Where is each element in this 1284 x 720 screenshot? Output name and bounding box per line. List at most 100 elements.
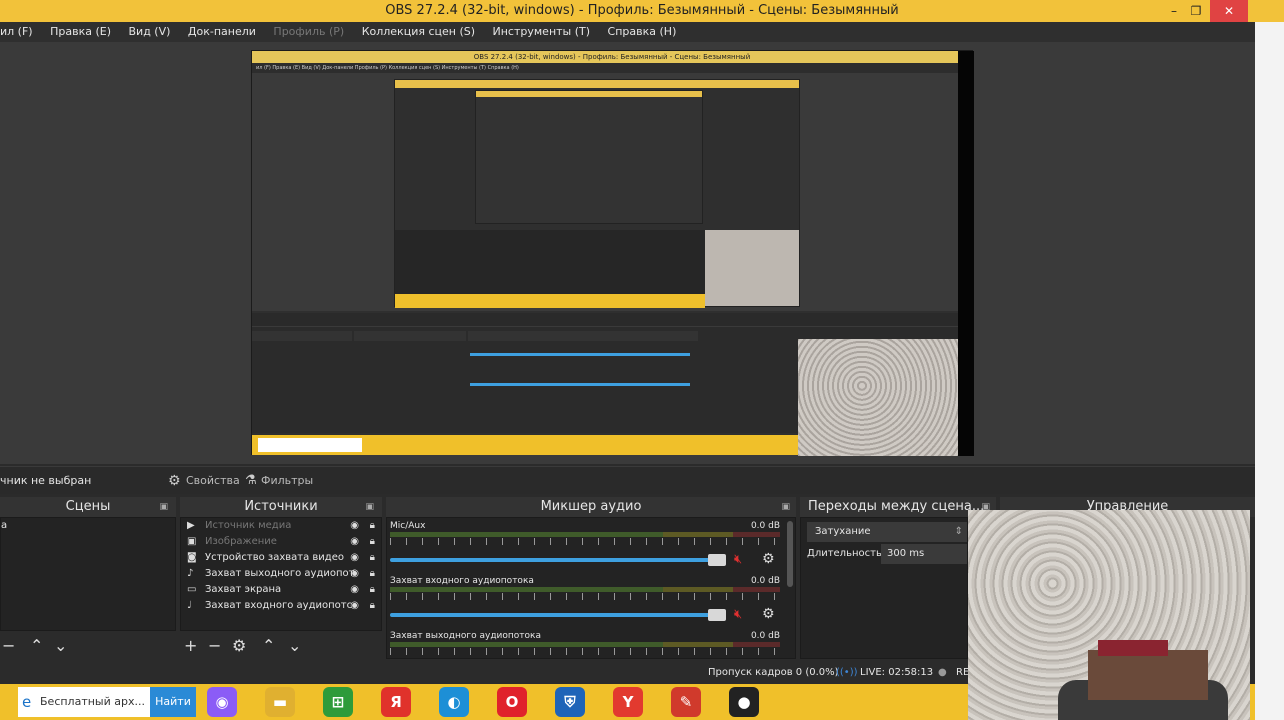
mute-icon[interactable]: 🔇︎ (734, 552, 742, 567)
filters-button[interactable]: Фильтры (261, 467, 313, 495)
image-icon: ▣ (187, 536, 197, 547)
opera-icon[interactable]: O (497, 687, 527, 717)
broadcast-icon: ((•)) (836, 667, 858, 678)
scene-item[interactable]: а (1, 518, 175, 531)
remove-source-button[interactable]: − (208, 636, 221, 655)
menu-scene-collection[interactable]: Коллекция сцен (S) (362, 25, 475, 38)
lock-icon[interactable]: 🔒︎ (370, 534, 375, 550)
mixer-scrollbar[interactable] (787, 521, 793, 587)
source-item[interactable]: ♩ Захват входного аудиопотс ◉ 🔒︎ (181, 598, 381, 614)
menu-profile[interactable]: Профиль (P) (273, 25, 344, 38)
sources-title: Источники (244, 499, 318, 514)
eye-icon[interactable]: ◉ (350, 566, 359, 582)
transition-select[interactable]: Затухание ⇕ (807, 522, 967, 542)
obs-icon[interactable]: ● (729, 687, 759, 717)
speaker-icon: ♪ (187, 568, 194, 579)
source-item[interactable]: ◙ Устройство захвата видео ◉ 🔒︎ (181, 550, 381, 566)
scene-down-button[interactable]: ⌄ (54, 636, 67, 655)
lock-icon[interactable]: 🔒︎ (370, 550, 375, 566)
menu-help[interactable]: Справка (H) (608, 25, 677, 38)
lock-icon[interactable]: 🔒︎ (370, 518, 375, 534)
scene-up-button[interactable]: ⌃ (30, 636, 43, 655)
menu-view[interactable]: Вид (V) (129, 25, 171, 38)
eye-icon[interactable]: ◉ (350, 518, 359, 534)
source-label: Устройство захвата видео (205, 552, 344, 563)
yandex-browser-icon[interactable]: Y (613, 687, 643, 717)
remove-scene-button[interactable]: − (2, 636, 15, 655)
lock-icon[interactable]: 🔒︎ (370, 582, 375, 598)
window-title: OBS 27.2.4 (32-bit, windows) - Профиль: … (385, 3, 899, 18)
dock-icon[interactable]: ▣ (781, 497, 790, 517)
menu-tools[interactable]: Инструменты (T) (493, 25, 591, 38)
scenes-list[interactable]: а (0, 517, 176, 631)
add-source-button[interactable]: + (184, 636, 197, 655)
eye-icon[interactable]: ◉ (350, 534, 359, 550)
source-label: Захват входного аудиопотс (205, 600, 353, 611)
volume-meter (390, 642, 780, 647)
ie-icon: e (22, 693, 32, 711)
source-settings-gear-icon[interactable]: ⚙ (232, 636, 246, 655)
status-bar: Пропуск кадров 0 (0.0%) ((•)) LIVE: 02:5… (700, 664, 970, 682)
lock-icon[interactable]: 🔒︎ (370, 598, 375, 614)
menu-edit[interactable]: Правка (E) (50, 25, 111, 38)
source-item[interactable]: ▶ Источник медиа ◉ 🔒︎ (181, 518, 381, 534)
monitor-icon: ▭ (187, 584, 197, 595)
menu-file[interactable]: ил (F) (0, 25, 33, 38)
properties-button[interactable]: Свойства (186, 467, 240, 495)
gear-icon[interactable]: ⚙ (762, 551, 775, 567)
transition-type: Затухание (815, 526, 871, 537)
notepad-icon[interactable]: ✎ (671, 687, 701, 717)
search-text: Бесплатный арх... (40, 695, 145, 708)
channel-name: Захват выходного аудиопотока (390, 631, 541, 641)
source-item[interactable]: ▭ Захват экрана ◉ 🔒︎ (181, 582, 381, 598)
volume-meter (390, 532, 780, 537)
source-down-button[interactable]: ⌄ (288, 636, 301, 655)
search-field[interactable]: e Бесплатный арх... (18, 687, 150, 717)
dropped-frames: Пропуск кадров 0 (0.0%) (708, 667, 839, 678)
source-label: Захват выходного аудиопот (205, 568, 355, 579)
yandex-icon[interactable]: Я (381, 687, 411, 717)
close-button[interactable]: ✕ (1210, 0, 1248, 22)
eye-icon[interactable]: ◉ (350, 582, 359, 598)
nested-window-level2 (394, 79, 800, 308)
volume-slider[interactable] (390, 558, 726, 562)
shield-icon[interactable]: ⛨ (555, 687, 585, 717)
no-source-label: чник не выбран (0, 474, 92, 487)
mixer-header: Микшер аудио ▣ (386, 497, 796, 517)
volume-slider[interactable] (390, 613, 726, 617)
filter-icon: ⚗ (245, 473, 257, 488)
source-item[interactable]: ▣ Изображение ◉ 🔒︎ (181, 534, 381, 550)
nested-webcam (798, 339, 958, 456)
dock-icon[interactable]: ▣ (365, 497, 374, 517)
nested-preview (252, 73, 958, 311)
eye-icon[interactable]: ◉ (350, 598, 359, 614)
sources-list[interactable]: ▶ Источник медиа ◉ 🔒︎ ▣ Изображение ◉ 🔒︎ ◙… (180, 517, 382, 631)
menu-docks[interactable]: Док-панели (188, 25, 256, 38)
edge-icon[interactable]: ◐ (439, 687, 469, 717)
nested-black-bar (958, 51, 974, 456)
alice-icon[interactable]: ◉ (207, 687, 237, 717)
find-button[interactable]: Найти (150, 687, 196, 717)
meter-ticks (390, 538, 780, 545)
source-up-button[interactable]: ⌃ (262, 636, 275, 655)
restore-button[interactable]: ❐ (1178, 0, 1214, 22)
lock-icon[interactable]: 🔒︎ (370, 566, 375, 582)
rec-dot-icon: ● (938, 667, 947, 678)
microphone-icon: ♩ (187, 600, 192, 611)
desktop-edge (1255, 22, 1284, 720)
volume-knob[interactable] (708, 609, 726, 621)
meter-ticks (390, 648, 780, 655)
desk (1088, 650, 1208, 700)
dock-icon[interactable]: ▣ (159, 497, 168, 517)
store-icon[interactable]: ⊞ (323, 687, 353, 717)
eye-icon[interactable]: ◉ (350, 550, 359, 566)
source-toolbar: чник не выбран ⚙ Свойства ⚗ Фильтры (0, 466, 1255, 494)
meter-ticks (390, 593, 780, 600)
mute-icon[interactable]: 🔇︎ (734, 607, 742, 622)
nested-capture: OBS 27.2.4 (32-bit, windows) - Профиль: … (251, 50, 974, 456)
volume-knob[interactable] (708, 554, 726, 566)
gear-icon[interactable]: ⚙ (762, 606, 775, 622)
explorer-icon[interactable]: ▬ (265, 687, 295, 717)
duration-input[interactable]: 300 ms (881, 544, 967, 564)
source-item[interactable]: ♪ Захват выходного аудиопот ◉ 🔒︎ (181, 566, 381, 582)
